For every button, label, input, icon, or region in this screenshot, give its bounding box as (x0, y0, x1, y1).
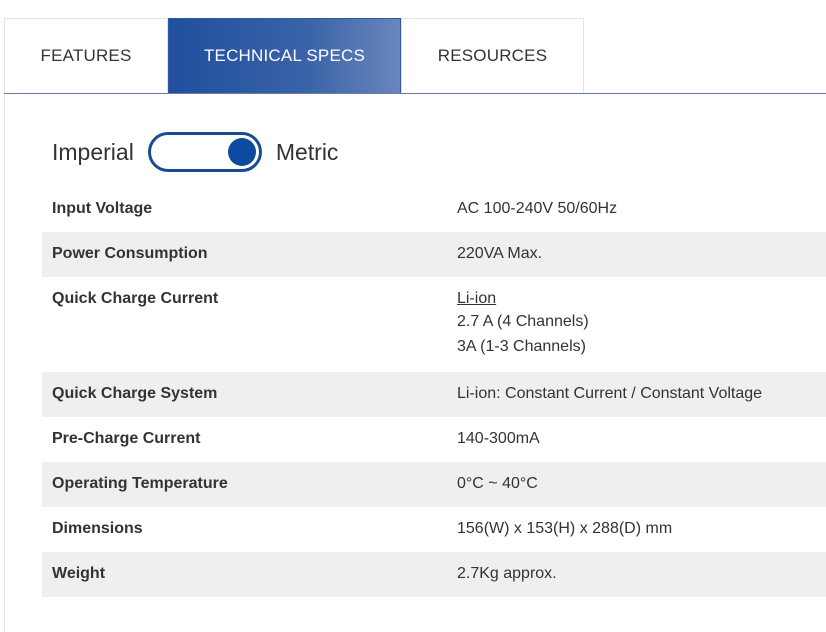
spec-value-text: 140-300mA (457, 430, 540, 447)
spec-value-text: 220VA Max. (457, 245, 543, 262)
spec-value: AC 100-240V 50/60Hz (457, 199, 826, 220)
spec-label: Dimensions (52, 520, 143, 537)
spec-row-operating-temperature: Operating Temperature 0°C ~ 40°C (42, 462, 826, 507)
spec-row-power-consumption: Power Consumption 220VA Max. (42, 232, 826, 277)
spec-value-text: 2.7Kg approx. (457, 565, 557, 582)
tab-resources[interactable]: RESOURCES (401, 18, 584, 93)
tab-resources-label: RESOURCES (437, 46, 548, 65)
li-ion-link[interactable]: Li-ion (457, 290, 496, 307)
spec-label: Power Consumption (52, 245, 208, 262)
spec-label: Operating Temperature (52, 475, 228, 492)
spec-label: Pre-Charge Current (52, 430, 201, 447)
tab-technical-specs-label: TECHNICAL SPECS (203, 46, 366, 65)
spec-value-text: 2.7 A (4 Channels) (457, 313, 589, 330)
spec-value-text: 0°C ~ 40°C (457, 475, 538, 492)
spec-row-dimensions: Dimensions 156(W) x 153(H) x 288(D) mm (42, 507, 826, 552)
spec-value: 2.7Kg approx. (457, 564, 826, 585)
spec-label: Input Voltage (52, 200, 153, 217)
tab-technical-specs[interactable]: TECHNICAL SPECS (168, 18, 401, 93)
spec-value-text: 3A (1-3 Channels) (457, 338, 586, 355)
toggle-knob (227, 138, 256, 166)
tab-features-label: FEATURES (40, 46, 132, 65)
spec-label: Quick Charge System (52, 385, 218, 402)
tab-underline (4, 93, 826, 94)
spec-value-text: Li-ion: Constant Current / Constant Volt… (457, 385, 763, 402)
spec-label: Quick Charge Current (52, 290, 219, 307)
spec-value-text: 156(W) x 153(H) x 288(D) mm (457, 520, 673, 537)
spec-row-weight: Weight 2.7Kg approx. (42, 552, 826, 597)
spec-label: Weight (52, 565, 106, 582)
unit-toggle-switch[interactable] (147, 132, 262, 172)
spec-row-quick-charge-current: Quick Charge Current Li-ion 2.7 A (4 Cha… (42, 277, 826, 372)
specs-table: Input Voltage AC 100-240V 50/60Hz Power … (42, 187, 826, 597)
spec-value: Li-ion 2.7 A (4 Channels) 3A (1-3 Channe… (457, 289, 826, 360)
spec-value: 0°C ~ 40°C (457, 474, 826, 495)
unit-toggle-row: Imperial Metric (52, 129, 338, 175)
spec-value: 156(W) x 153(H) x 288(D) mm (457, 519, 826, 540)
imperial-label[interactable]: Imperial (52, 139, 134, 166)
spec-value-text: AC 100-240V 50/60Hz (457, 200, 618, 217)
spec-row-input-voltage: Input Voltage AC 100-240V 50/60Hz (42, 187, 826, 232)
spec-value: Li-ion: Constant Current / Constant Volt… (457, 384, 826, 405)
spec-row-pre-charge-current: Pre-Charge Current 140-300mA (42, 417, 826, 462)
tab-features[interactable]: FEATURES (4, 18, 168, 93)
spec-value: 140-300mA (457, 429, 826, 450)
spec-value: 220VA Max. (457, 244, 826, 265)
panel-border (4, 94, 5, 632)
spec-row-quick-charge-system: Quick Charge System Li-ion: Constant Cur… (42, 372, 826, 417)
tab-bar: FEATURES TECHNICAL SPECS RESOURCES (4, 18, 584, 94)
metric-label[interactable]: Metric (276, 139, 339, 166)
